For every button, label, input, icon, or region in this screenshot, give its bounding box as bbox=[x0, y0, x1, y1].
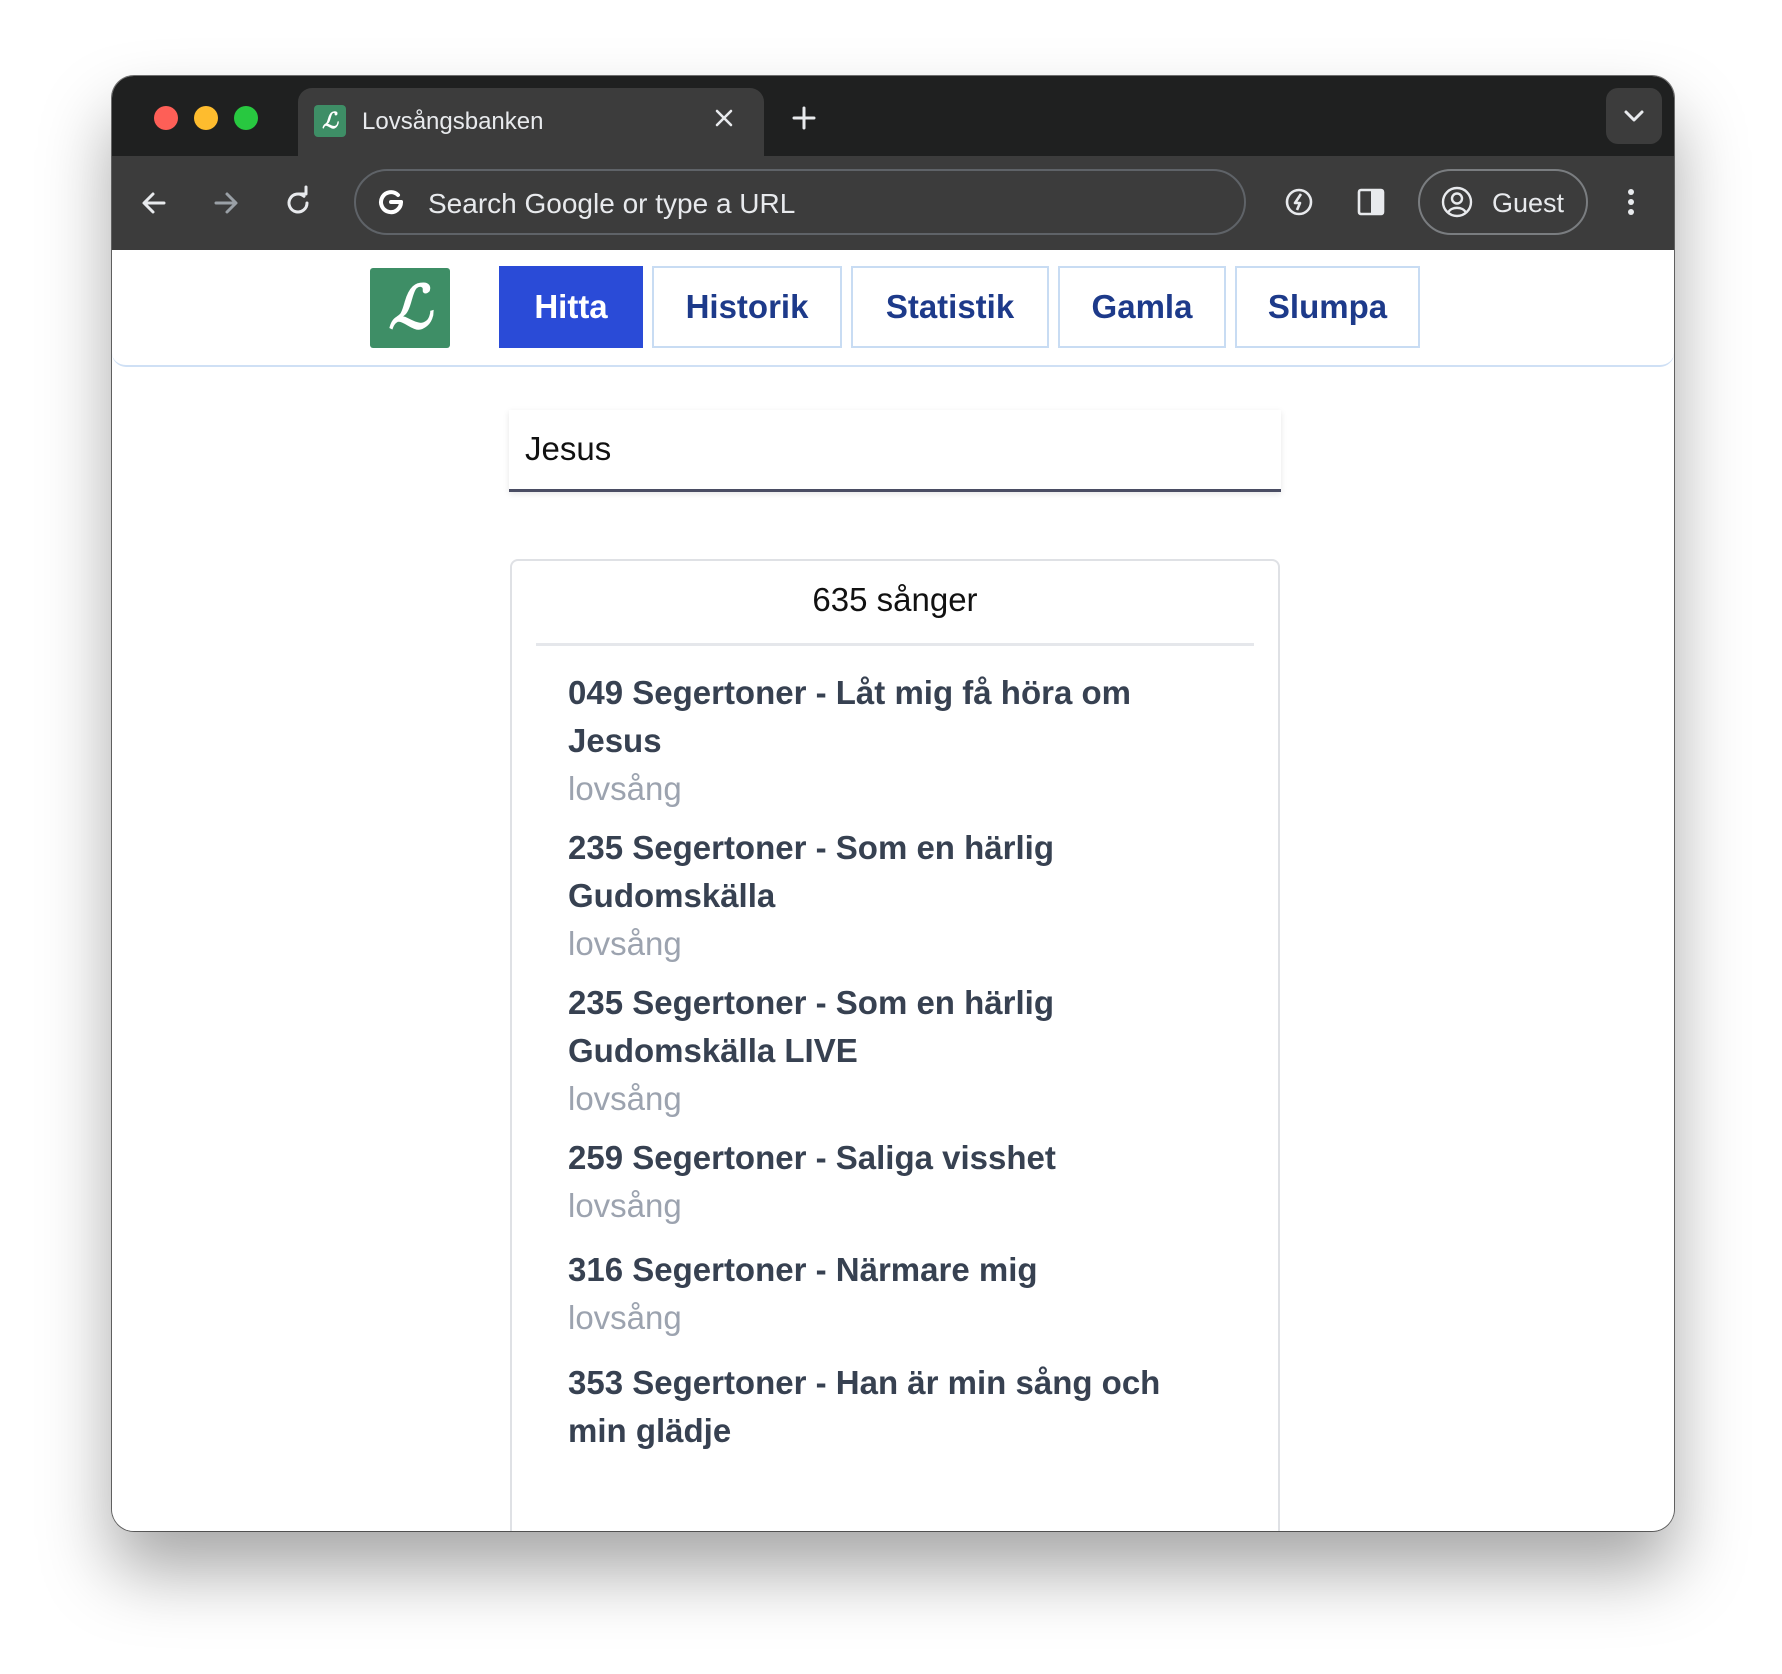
results-panel: 635 sånger 049 Segertoner - Låt mig få h… bbox=[510, 559, 1280, 1531]
nav-slumpa[interactable]: Slumpa bbox=[1235, 266, 1420, 348]
more-menu-icon[interactable] bbox=[1610, 181, 1652, 223]
divider bbox=[536, 643, 1254, 646]
nav-statistik[interactable]: Statistik bbox=[851, 266, 1049, 348]
nav-historik[interactable]: Historik bbox=[652, 266, 842, 348]
song-title: 353 Segertoner - Han är min sång och min… bbox=[568, 1364, 1161, 1449]
profile-label: Guest bbox=[1492, 188, 1565, 218]
song-category: lovsång bbox=[568, 1080, 682, 1117]
song-item[interactable]: 235 Segertoner - Som en härlig Gudomskäl… bbox=[568, 824, 1188, 968]
minimize-window-button[interactable] bbox=[194, 106, 218, 130]
site-navbar: ℒ Hitta Historik Statistik Gamla Slumpa bbox=[112, 250, 1674, 367]
address-bar[interactable]: Search Google or type a URL bbox=[354, 169, 1246, 235]
forward-icon[interactable] bbox=[206, 183, 246, 223]
browser-tab[interactable]: ℒ Lovsångsbanken bbox=[298, 88, 764, 156]
account-circle-icon bbox=[1441, 186, 1473, 218]
song-category: lovsång bbox=[568, 1299, 682, 1336]
performance-icon[interactable] bbox=[1278, 181, 1320, 223]
address-placeholder: Search Google or type a URL bbox=[428, 188, 796, 219]
chevron-down-icon bbox=[1624, 110, 1644, 122]
song-title: 235 Segertoner - Som en härlig Gudomskäl… bbox=[568, 984, 1054, 1069]
song-category: lovsång bbox=[568, 925, 682, 962]
song-item[interactable]: 316 Segertoner - Närmare mig lovsång bbox=[568, 1246, 1188, 1342]
favicon-icon: ℒ bbox=[314, 105, 346, 137]
song-title: 235 Segertoner - Som en härlig Gudomskäl… bbox=[568, 829, 1054, 914]
tab-strip: ℒ Lovsångsbanken bbox=[112, 76, 1674, 156]
google-icon bbox=[379, 190, 404, 215]
song-item[interactable]: 353 Segertoner - Han är min sång och min… bbox=[568, 1359, 1188, 1455]
song-category: lovsång bbox=[568, 1187, 682, 1224]
new-tab-icon[interactable] bbox=[786, 100, 822, 136]
browser-window: ℒ Lovsångsbanken Search Google or type a… bbox=[112, 76, 1674, 1531]
maximize-window-button[interactable] bbox=[234, 106, 258, 130]
close-window-button[interactable] bbox=[154, 106, 178, 130]
side-panel-icon[interactable] bbox=[1350, 181, 1392, 223]
close-tab-icon[interactable] bbox=[708, 102, 740, 134]
back-icon[interactable] bbox=[134, 183, 174, 223]
song-item[interactable]: 235 Segertoner - Som en härlig Gudomskäl… bbox=[568, 979, 1188, 1123]
browser-toolbar: Search Google or type a URL Guest bbox=[112, 156, 1674, 250]
site-logo[interactable]: ℒ bbox=[370, 268, 450, 348]
song-title: 259 Segertoner - Saliga visshet bbox=[568, 1139, 1056, 1176]
song-item[interactable]: 259 Segertoner - Saliga visshet lovsång bbox=[568, 1134, 1188, 1230]
song-category: lovsång bbox=[568, 770, 682, 807]
reload-icon[interactable] bbox=[278, 183, 318, 223]
tab-search-button[interactable] bbox=[1606, 88, 1662, 144]
song-title: 049 Segertoner - Låt mig få höra om Jesu… bbox=[568, 674, 1131, 759]
song-item[interactable]: 049 Segertoner - Låt mig få höra om Jesu… bbox=[568, 669, 1188, 813]
search-input[interactable]: Jesus bbox=[509, 410, 1281, 492]
page-content: ℒ Hitta Historik Statistik Gamla Slumpa … bbox=[112, 250, 1674, 1531]
nav-hitta[interactable]: Hitta bbox=[499, 266, 643, 348]
result-count: 635 sånger bbox=[812, 581, 978, 618]
song-title: 316 Segertoner - Närmare mig bbox=[568, 1251, 1038, 1288]
tab-title: Lovsångsbanken bbox=[362, 108, 544, 135]
profile-button[interactable]: Guest bbox=[1418, 169, 1588, 235]
search-query: Jesus bbox=[525, 430, 612, 467]
nav-gamla[interactable]: Gamla bbox=[1058, 266, 1226, 348]
